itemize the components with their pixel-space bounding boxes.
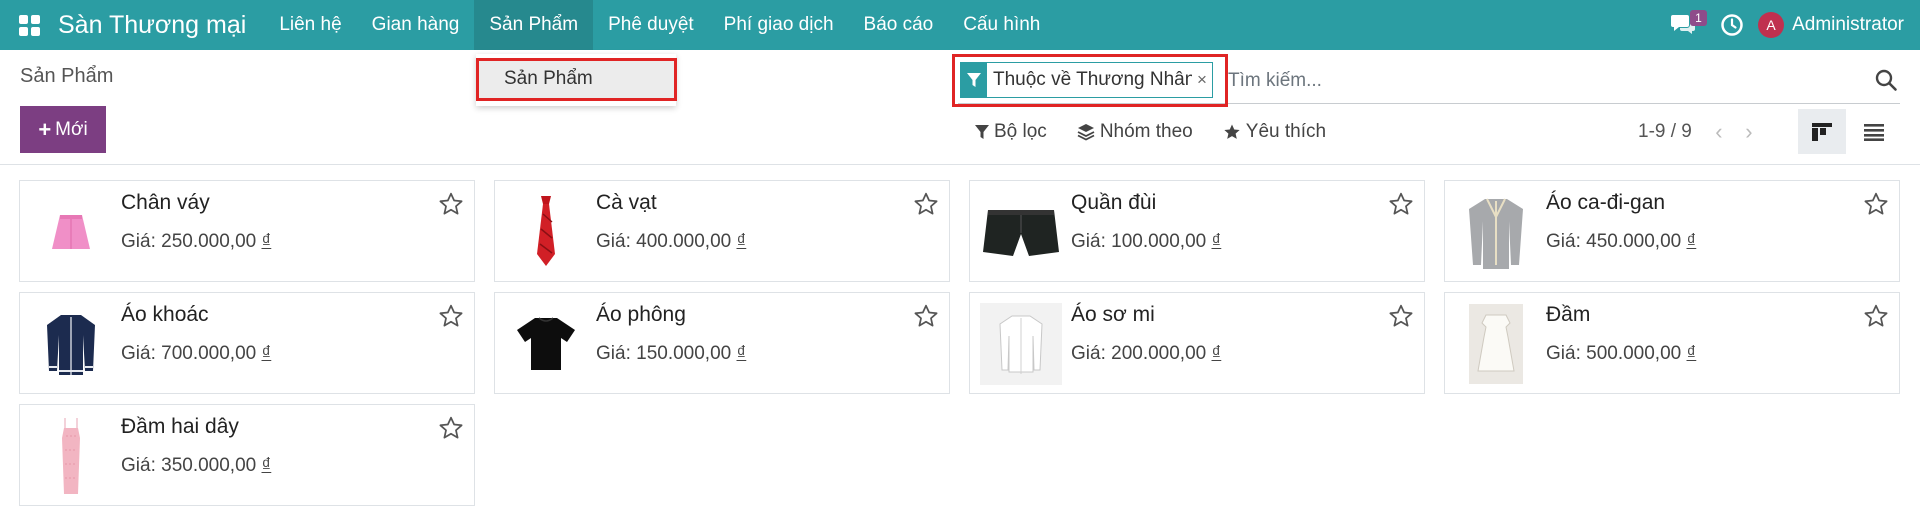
- product-price: Giá: 400.000,00 ₫: [596, 231, 747, 252]
- product-card[interactable]: Đầm hai dây Giá: 350.000,00 ₫: [19, 404, 475, 506]
- messaging-icon[interactable]: 1: [1668, 10, 1707, 40]
- menu-item-config[interactable]: Cấu hình: [948, 0, 1055, 50]
- favorite-star-icon[interactable]: [1863, 191, 1889, 217]
- new-button-label: Mới: [55, 118, 88, 140]
- tshirt-icon: [505, 303, 587, 385]
- top-navbar: Sàn Thương mại Liên hệ Gian hàng Sản Phẩ…: [0, 0, 1920, 50]
- product-name: Áo sơ mi: [1071, 303, 1155, 326]
- product-name: Đầm hai dây: [121, 415, 239, 438]
- filters-button[interactable]: Bộ lọc: [975, 121, 1047, 143]
- search-icon[interactable]: [1874, 68, 1900, 94]
- shorts-icon: [980, 191, 1062, 273]
- messaging-badge: 1: [1690, 10, 1707, 26]
- product-name: Áo ca-đi-gan: [1546, 191, 1666, 214]
- layers-icon: [1077, 124, 1095, 141]
- favorite-star-icon[interactable]: [1863, 303, 1889, 329]
- product-price: Giá: 150.000,00 ₫: [596, 343, 747, 364]
- user-name[interactable]: Administrator: [1792, 14, 1904, 36]
- shirt-icon: [980, 303, 1062, 385]
- apps-menu-icon[interactable]: [0, 0, 58, 50]
- cardigan-icon: [1455, 191, 1537, 273]
- skirt-icon: [30, 191, 112, 273]
- menu-item-approval[interactable]: Phê duyệt: [593, 0, 709, 50]
- product-price: Giá: 250.000,00 ₫: [121, 231, 272, 252]
- group-by-label: Nhóm theo: [1099, 121, 1193, 142]
- list-view-button[interactable]: [1850, 109, 1898, 154]
- menu-item-reports[interactable]: Báo cáo: [849, 0, 949, 50]
- plus-icon: +: [38, 116, 52, 142]
- breadcrumb: Sản Phẩm: [20, 65, 114, 87]
- menu-item-contacts[interactable]: Liên hệ: [264, 0, 356, 50]
- app-brand[interactable]: Sàn Thương mại: [58, 11, 246, 40]
- product-name: Áo phông: [596, 303, 686, 326]
- slip-dress-icon: [30, 415, 112, 497]
- search-options-bar: Bộ lọc Nhóm theo Yêu thích: [975, 116, 1356, 148]
- product-card[interactable]: Quần đùi Giá: 100.000,00 ₫: [969, 180, 1425, 282]
- product-name: Chân váy: [121, 191, 210, 214]
- kanban-view-button[interactable]: [1798, 109, 1846, 154]
- pager: 1-9 / 9 ‹ ›: [1638, 116, 1764, 148]
- filters-label: Bộ lọc: [994, 121, 1047, 142]
- product-card[interactable]: Đầm Giá: 500.000,00 ₫: [1444, 292, 1900, 394]
- search-input[interactable]: [1228, 66, 1828, 96]
- product-name: Quần đùi: [1071, 191, 1157, 214]
- main-menu: Liên hệ Gian hàng Sản Phẩm Phê duyệt Phí…: [264, 0, 1055, 50]
- pager-value[interactable]: 1-9 / 9: [1638, 121, 1692, 143]
- product-card[interactable]: Chân váy Giá: 250.000,00 ₫: [19, 180, 475, 282]
- menu-item-fees[interactable]: Phí giao dịch: [709, 0, 849, 50]
- favorite-star-icon[interactable]: [1388, 191, 1414, 217]
- product-card[interactable]: Áo phông Giá: 150.000,00 ₫: [494, 292, 950, 394]
- group-by-button[interactable]: Nhóm theo: [1077, 121, 1193, 143]
- navbar-systray: 1 A Administrator: [1668, 0, 1920, 50]
- new-button[interactable]: + Mới: [20, 106, 106, 153]
- menu-item-products[interactable]: Sản Phẩm: [474, 0, 594, 50]
- menu-item-stores[interactable]: Gian hàng: [357, 0, 475, 50]
- product-price: Giá: 500.000,00 ₫: [1546, 343, 1697, 364]
- favorite-star-icon[interactable]: [1388, 303, 1414, 329]
- product-card[interactable]: Áo sơ mi Giá: 200.000,00 ₫: [969, 292, 1425, 394]
- product-price: Giá: 100.000,00 ₫: [1071, 231, 1222, 252]
- tie-icon: [505, 191, 587, 273]
- product-price: Giá: 450.000,00 ₫: [1546, 231, 1697, 252]
- favorite-star-icon[interactable]: [438, 415, 464, 441]
- favorite-star-icon[interactable]: [913, 303, 939, 329]
- list-view-icon: [1864, 123, 1884, 141]
- product-card[interactable]: Cà vạt Giá: 400.000,00 ₫: [494, 180, 950, 282]
- favorite-star-icon[interactable]: [913, 191, 939, 217]
- product-card[interactable]: Áo ca-đi-gan Giá: 450.000,00 ₫: [1444, 180, 1900, 282]
- product-name: Cà vạt: [596, 191, 657, 214]
- favorites-button[interactable]: Yêu thích: [1223, 121, 1326, 143]
- highlight-box-search-facet: [952, 54, 1228, 107]
- favorites-label: Yêu thích: [1245, 121, 1327, 142]
- favorite-star-icon[interactable]: [438, 303, 464, 329]
- favorite-star-icon[interactable]: [438, 191, 464, 217]
- user-avatar[interactable]: A: [1758, 12, 1785, 38]
- jacket-icon: [30, 303, 112, 385]
- product-card[interactable]: Áo khoác Giá: 700.000,00 ₫: [19, 292, 475, 394]
- control-panel: Sản Phẩm + Mới Thuộc về Thương Nhân × Bộ…: [0, 50, 1920, 165]
- product-price: Giá: 350.000,00 ₫: [121, 455, 272, 476]
- product-price: Giá: 200.000,00 ₫: [1071, 343, 1222, 364]
- chevron-right-icon[interactable]: ›: [1734, 119, 1764, 145]
- filter-icon: [975, 125, 989, 139]
- product-name: Áo khoác: [121, 303, 209, 326]
- chevron-left-icon[interactable]: ‹: [1704, 119, 1734, 145]
- dress-icon: [1455, 303, 1537, 385]
- star-filled-icon: [1224, 124, 1240, 139]
- product-price: Giá: 700.000,00 ₫: [121, 343, 272, 364]
- kanban-view-icon: [1812, 122, 1832, 141]
- activity-clock-icon[interactable]: [1720, 13, 1744, 37]
- product-name: Đầm: [1546, 303, 1591, 326]
